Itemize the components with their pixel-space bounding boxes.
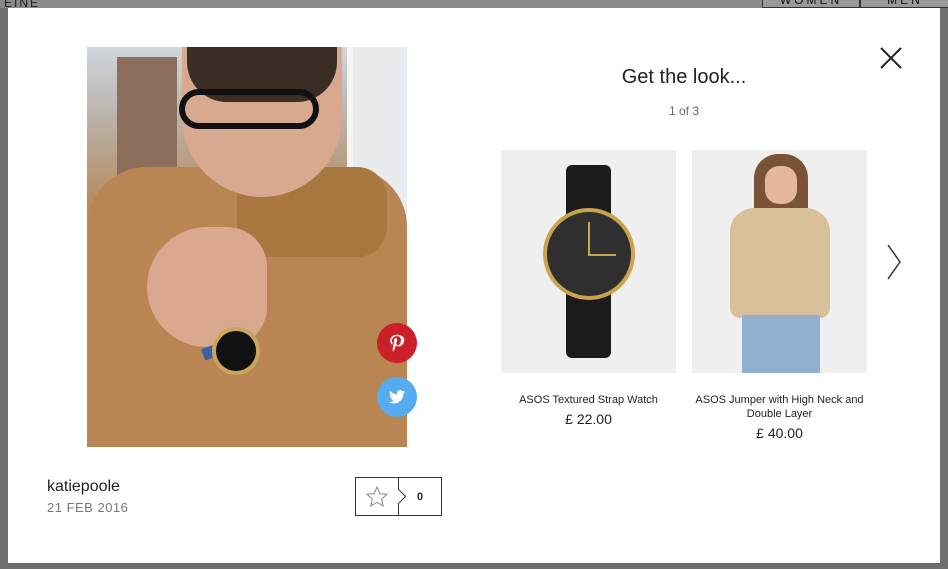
post-author[interactable]: katiepoole [47,478,120,496]
product-image[interactable] [501,150,676,373]
like-button[interactable]: 0 [355,477,442,516]
product-name[interactable]: ASOS Jumper with High Neck and Double La… [692,393,867,421]
pinterest-share-button[interactable] [377,323,417,363]
chevron-right-icon [887,244,901,280]
close-icon [880,47,902,69]
carousel-pagination: 1 of 3 [668,104,700,118]
product-price: £ 40.00 [756,425,803,441]
get-the-look-modal: katiepoole 21 FEB 2016 0 Get the look...… [8,8,940,563]
twitter-share-button[interactable] [377,377,417,417]
nav-women[interactable]: WOMEN [762,0,860,8]
star-icon-wrapper[interactable] [356,478,399,515]
product-price: £ 22.00 [565,411,612,427]
pinterest-icon [390,334,405,352]
get-the-look-title: Get the look... [621,66,747,88]
nav-men[interactable]: MEN [860,0,948,8]
background-nav: EINE WOMEN MEN [0,0,948,10]
product-card[interactable]: ASOS Jumper with High Neck and Double La… [692,150,867,441]
close-button[interactable] [878,45,904,71]
post-date: 21 FEB 2016 [47,500,129,515]
carousel-next-button[interactable] [885,243,903,281]
product-image[interactable] [692,150,867,373]
post-photo[interactable] [87,47,407,447]
product-card[interactable]: ASOS Textured Strap Watch £ 22.00 [501,150,676,427]
star-icon [365,485,389,507]
twitter-icon [388,390,406,404]
product-name[interactable]: ASOS Textured Strap Watch [501,393,676,407]
